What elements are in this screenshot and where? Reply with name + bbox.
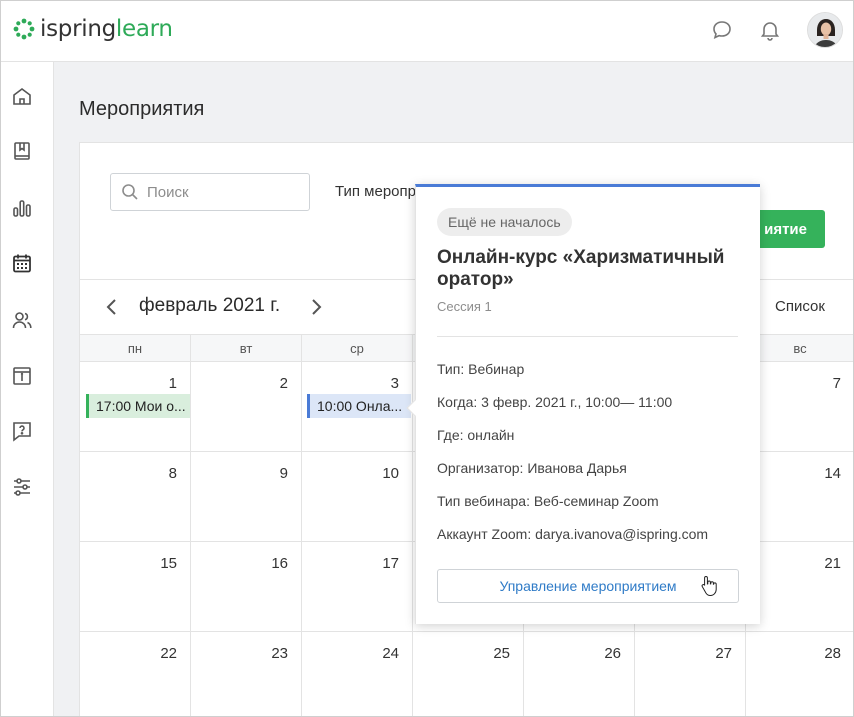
day-number: 21: [824, 555, 841, 572]
search-icon: [122, 184, 138, 200]
detail-when: Когда: 3 февр. 2021 г., 10:00— 11:00: [437, 394, 673, 410]
calendar-week: 22 23 24 25 26 27 28: [80, 632, 853, 716]
status-badge: Ещё не началось: [437, 208, 572, 236]
day-number: 3: [390, 375, 399, 392]
page-title: Мероприятия: [79, 98, 205, 120]
day-number: 8: [168, 465, 177, 482]
search-input[interactable]: Поиск: [110, 173, 310, 211]
weekday-label: пн: [80, 335, 191, 362]
day-cell[interactable]: 24: [302, 632, 413, 716]
day-cell[interactable]: 27: [635, 632, 746, 716]
ispring-logo-icon: [13, 18, 35, 40]
day-cell[interactable]: 10: [302, 452, 413, 542]
search-placeholder: Поиск: [147, 183, 189, 201]
day-number: 14: [824, 465, 841, 482]
sidebar: [1, 62, 54, 716]
settings-icon[interactable]: [10, 475, 34, 499]
detail-webinar-type: Тип вебинара: Веб-семинар Zoom: [437, 493, 659, 509]
calendar-icon[interactable]: [10, 251, 34, 275]
logo-text-learn: learn: [115, 16, 173, 42]
session-label: Сессия 1: [437, 299, 492, 314]
bell-icon[interactable]: [757, 17, 783, 43]
day-cell[interactable]: 9: [191, 452, 302, 542]
detail-organizer: Организатор: Иванова Дарья: [437, 460, 627, 476]
users-icon[interactable]: [10, 308, 34, 332]
chevron-left-icon[interactable]: [102, 296, 122, 318]
top-bar: ispringlearn: [1, 1, 853, 62]
event-chip-selected[interactable]: 10:00 Онла...: [307, 394, 411, 418]
day-number: 22: [160, 645, 177, 662]
app-window: ispringlearn Мероприятия Поиск Тип мероп…: [0, 0, 854, 717]
book-icon[interactable]: [10, 139, 34, 163]
day-cell[interactable]: 17: [302, 542, 413, 632]
info-icon[interactable]: [10, 364, 34, 388]
day-number: 15: [160, 555, 177, 572]
month-label: февраль 2021 г.: [139, 295, 281, 316]
day-number: 9: [279, 465, 288, 482]
weekday-label: ср: [302, 335, 413, 362]
day-number: 10: [382, 465, 399, 482]
detail-zoom-account: Аккаунт Zoom: darya.ivanova@ispring.com: [437, 526, 709, 542]
day-cell[interactable]: 15: [80, 542, 191, 632]
day-number: 25: [493, 645, 510, 662]
home-icon[interactable]: [10, 84, 34, 108]
day-number: 2: [279, 375, 288, 392]
event-title: Онлайн-курс «Харизматичный оратор»: [437, 247, 725, 290]
day-number: 28: [824, 645, 841, 662]
chat-icon[interactable]: [709, 17, 735, 43]
help-icon[interactable]: [10, 419, 34, 443]
reports-icon[interactable]: [10, 196, 34, 220]
day-number: 23: [271, 645, 288, 662]
manage-event-button[interactable]: Управление мероприятием: [437, 569, 739, 603]
day-cell[interactable]: 7: [746, 362, 853, 452]
view-list-toggle[interactable]: Список: [775, 298, 825, 315]
day-cell[interactable]: 21: [746, 542, 853, 632]
avatar[interactable]: [807, 12, 843, 48]
day-cell[interactable]: 2: [191, 362, 302, 452]
logo[interactable]: ispringlearn: [13, 15, 173, 43]
day-cell[interactable]: 8: [80, 452, 191, 542]
event-chip[interactable]: 17:00 Мои о...: [86, 394, 190, 418]
day-number: 1: [168, 375, 177, 392]
logo-text-ispring: ispring: [40, 16, 116, 42]
day-number: 27: [715, 645, 732, 662]
detail-where: Где: онлайн: [437, 427, 515, 443]
divider: [437, 336, 738, 337]
day-cell[interactable]: 25: [413, 632, 524, 716]
day-number: 24: [382, 645, 399, 662]
hand-cursor-icon: [701, 575, 717, 597]
day-number: 16: [271, 555, 288, 572]
day-cell[interactable]: 16: [191, 542, 302, 632]
weekday-label: вс: [793, 341, 807, 356]
day-cell[interactable]: 23: [191, 632, 302, 716]
chevron-right-icon[interactable]: [306, 296, 326, 318]
day-number: 7: [832, 375, 841, 392]
event-popover: Ещё не началось Онлайн-курс «Харизматичн…: [406, 184, 760, 624]
day-number: 17: [382, 555, 399, 572]
day-cell[interactable]: 22: [80, 632, 191, 716]
weekday-label: вт: [191, 335, 302, 362]
day-cell[interactable]: 26: [524, 632, 635, 716]
event-type-filter[interactable]: Тип меропр: [335, 183, 416, 200]
day-cell[interactable]: 14: [746, 452, 853, 542]
day-number: 26: [604, 645, 621, 662]
day-cell[interactable]: 28: [746, 632, 853, 716]
detail-type: Тип: Вебинар: [437, 361, 525, 377]
